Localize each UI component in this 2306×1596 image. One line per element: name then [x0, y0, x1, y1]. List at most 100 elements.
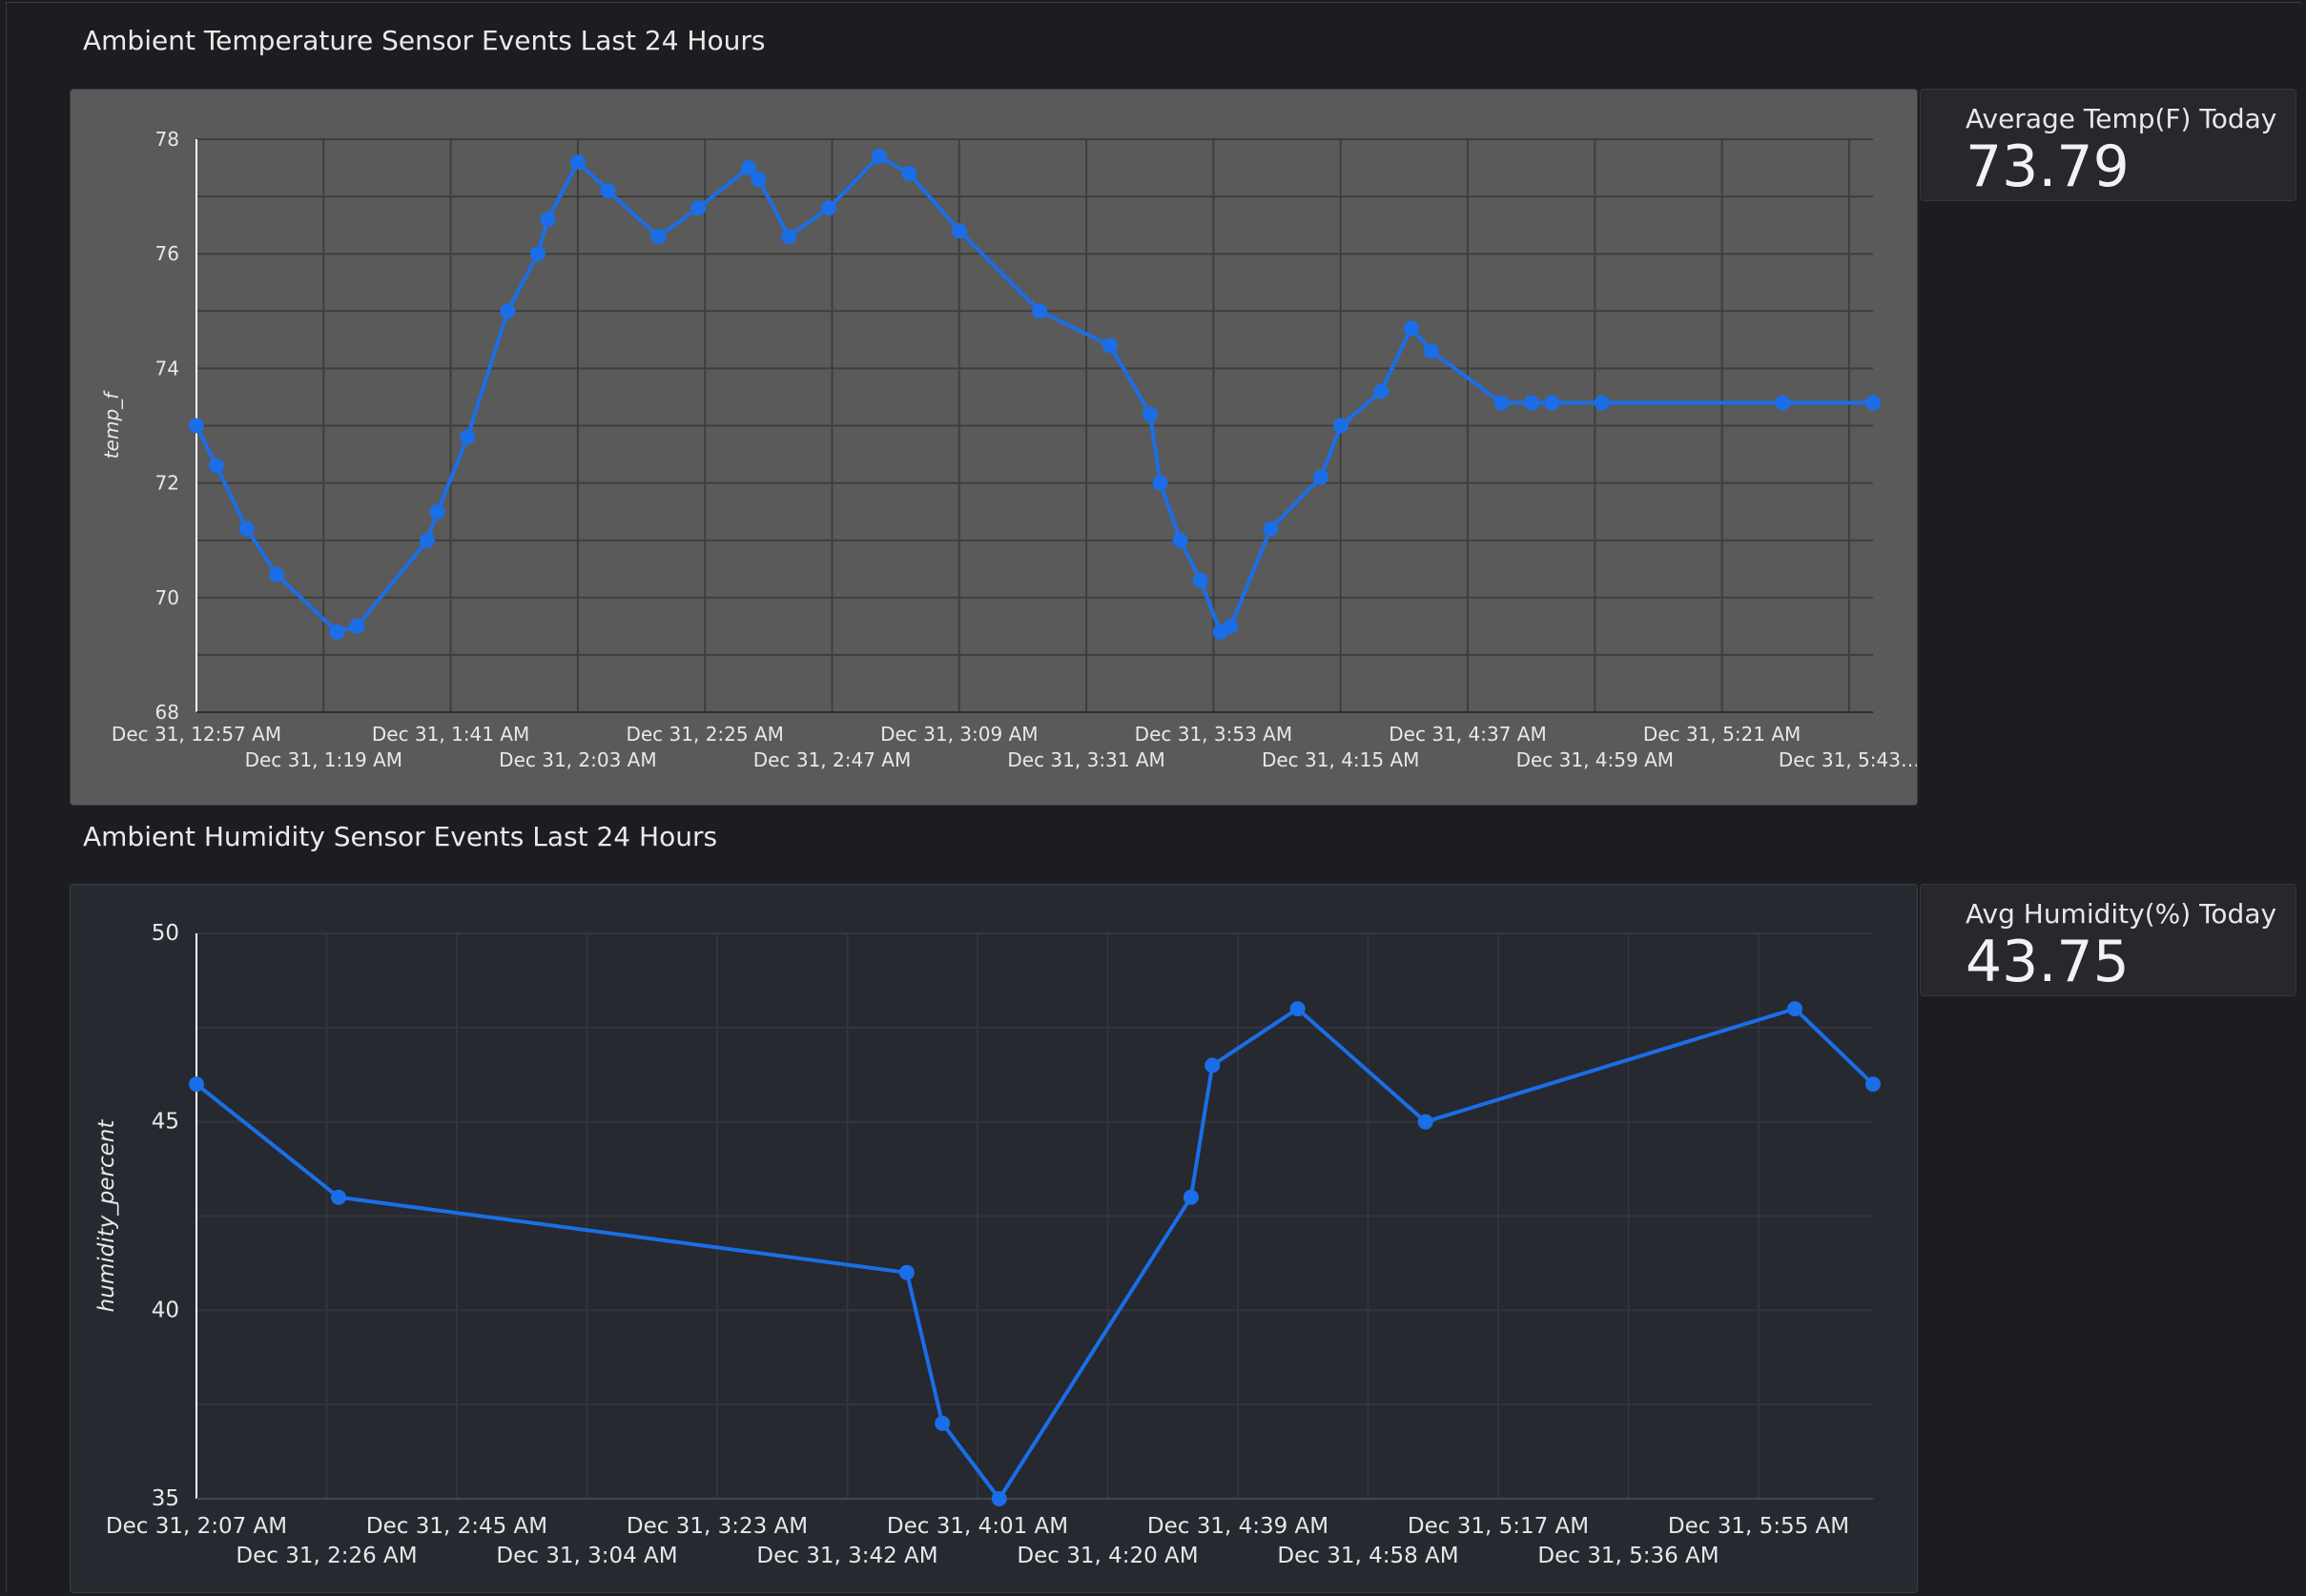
- humidity-chart-panel: 35 40 45 50 humidity_percent Dec 31, 2:07 AM D…: [70, 884, 1918, 1593]
- data-point: [1192, 572, 1208, 588]
- x-tick-label: Dec 31, 4:59 AM: [1516, 748, 1674, 771]
- y-tick-label: 40: [152, 1298, 179, 1322]
- x-tick-label: Dec 31, 4:58 AM: [1277, 1544, 1458, 1568]
- data-point: [570, 154, 587, 171]
- data-point: [1865, 395, 1881, 411]
- data-point: [238, 521, 255, 537]
- avg-humidity-value: 43.75: [1966, 929, 2130, 995]
- data-point: [209, 458, 225, 474]
- data-point: [821, 200, 837, 216]
- data-point: [1787, 1001, 1803, 1017]
- x-tick-label: Dec 31, 1:41 AM: [372, 723, 529, 746]
- y-axis-label: temp_f: [100, 390, 123, 459]
- data-point: [1775, 395, 1791, 411]
- x-tick-label: Dec 31, 5:17 AM: [1408, 1514, 1589, 1539]
- data-point: [1524, 395, 1540, 411]
- y-tick-label: 78: [155, 128, 179, 151]
- data-point: [1373, 383, 1390, 399]
- x-tick-label: Dec 31, 2:03 AM: [499, 748, 656, 771]
- series-line: [195, 154, 1873, 634]
- humidity-section-title: Ambient Humidity Sensor Events Last 24 H…: [83, 821, 718, 852]
- data-point: [1403, 320, 1419, 337]
- y-tick-label: 74: [155, 357, 179, 379]
- x-tick-label: Dec 31, 3:04 AM: [496, 1544, 677, 1568]
- data-point: [330, 1189, 346, 1205]
- data-point: [1032, 303, 1048, 319]
- data-point: [1594, 395, 1610, 411]
- data-point: [991, 1491, 1007, 1506]
- data-point: [1204, 1057, 1221, 1074]
- data-point: [269, 566, 285, 583]
- data-point: [1143, 406, 1159, 422]
- data-point: [189, 418, 204, 434]
- x-tick-label: Dec 31, 3:09 AM: [880, 723, 1038, 746]
- data-point: [329, 624, 345, 640]
- temp-section-title: Ambient Temperature Sensor Events Last 2…: [83, 25, 766, 56]
- data-point: [1865, 1076, 1881, 1093]
- data-point: [781, 229, 797, 245]
- avg-temp-label: Average Temp(F) Today: [1966, 103, 2277, 134]
- x-tick-label: Dec 31, 2:47 AM: [753, 748, 911, 771]
- x-tick-label: Dec 31, 4:15 AM: [1262, 748, 1419, 771]
- data-point: [1313, 469, 1329, 485]
- data-point: [1493, 395, 1510, 411]
- data-point: [540, 212, 556, 228]
- x-tick-label: Dec 31, 1:19 AM: [245, 748, 402, 771]
- x-tick-label: Dec 31, 5:21 AM: [1643, 723, 1801, 746]
- y-tick-label: 70: [155, 586, 179, 609]
- x-tick-label: Dec 31, 2:25 AM: [626, 723, 783, 746]
- data-point: [189, 1076, 204, 1093]
- data-point: [1544, 395, 1560, 411]
- temp-chart-panel: 68 70 72 74 76 78 temp_f Dec 31, 12:57 AM Dec 31…: [70, 89, 1918, 806]
- x-tick-label: Dec 31, 2:26 AM: [236, 1544, 417, 1568]
- avg-temp-value: 73.79: [1966, 133, 2130, 200]
- data-point: [690, 200, 707, 216]
- avg-temp-card: Average Temp(F) Today 73.79: [1920, 89, 2296, 201]
- data-point: [1289, 1001, 1306, 1017]
- x-tick-label: Dec 31, 5:36 AM: [1537, 1544, 1719, 1568]
- y-tick-label: 68: [155, 701, 179, 724]
- data-point: [1223, 618, 1239, 634]
- humidity-line-chart: 35 40 45 50 humidity_percent Dec 31, 2:07 AM D…: [94, 921, 1881, 1568]
- temp-line-chart: 687072747678temp_fDec 31, 12:57 AMDec 31…: [100, 128, 1917, 771]
- data-point: [1263, 521, 1279, 537]
- data-point: [1172, 532, 1188, 548]
- series-line: [195, 1007, 1875, 1501]
- x-tick-label: Dec 31, 3:23 AM: [627, 1514, 808, 1539]
- x-tick-label: Dec 31, 4:39 AM: [1147, 1514, 1328, 1539]
- data-point: [952, 223, 968, 239]
- x-tick-label: Dec 31, 2:45 AM: [366, 1514, 547, 1539]
- data-point: [460, 429, 476, 445]
- data-point: [898, 1264, 915, 1280]
- data-point: [600, 183, 616, 199]
- y-tick-label: 76: [155, 242, 179, 265]
- y-tick-label: 35: [152, 1486, 179, 1511]
- x-tick-label: Dec 31, 4:01 AM: [887, 1514, 1068, 1539]
- x-tick-label: Dec 31, 3:53 AM: [1135, 723, 1292, 746]
- data-point: [500, 303, 516, 319]
- x-tick-label: Dec 31, 12:57 AM: [112, 723, 281, 746]
- y-tick-label: 72: [155, 472, 179, 495]
- data-point: [529, 246, 546, 262]
- x-tick-label: Dec 31, 5:55 AM: [1668, 1514, 1849, 1539]
- x-tick-label: Dec 31, 5:43…: [1779, 748, 1917, 771]
- data-point: [420, 532, 436, 548]
- data-point: [935, 1415, 951, 1431]
- data-point: [1333, 418, 1349, 434]
- x-tick-label: Dec 31, 4:20 AM: [1017, 1544, 1198, 1568]
- data-point: [1102, 338, 1118, 354]
- data-point: [901, 166, 917, 182]
- data-point: [1423, 343, 1439, 359]
- data-point: [650, 229, 667, 245]
- x-tick-label: Dec 31, 4:37 AM: [1389, 723, 1546, 746]
- data-point: [1183, 1189, 1199, 1205]
- avg-humidity-card: Avg Humidity(%) Today 43.75: [1920, 884, 2296, 996]
- avg-humidity-label: Avg Humidity(%) Today: [1966, 898, 2277, 930]
- x-tick-label: Dec 31, 3:31 AM: [1007, 748, 1164, 771]
- data-point: [751, 172, 767, 188]
- data-point: [740, 160, 756, 176]
- y-tick-label: 50: [152, 921, 179, 946]
- data-point: [349, 618, 365, 634]
- data-point: [1417, 1114, 1433, 1130]
- data-point: [1152, 475, 1168, 491]
